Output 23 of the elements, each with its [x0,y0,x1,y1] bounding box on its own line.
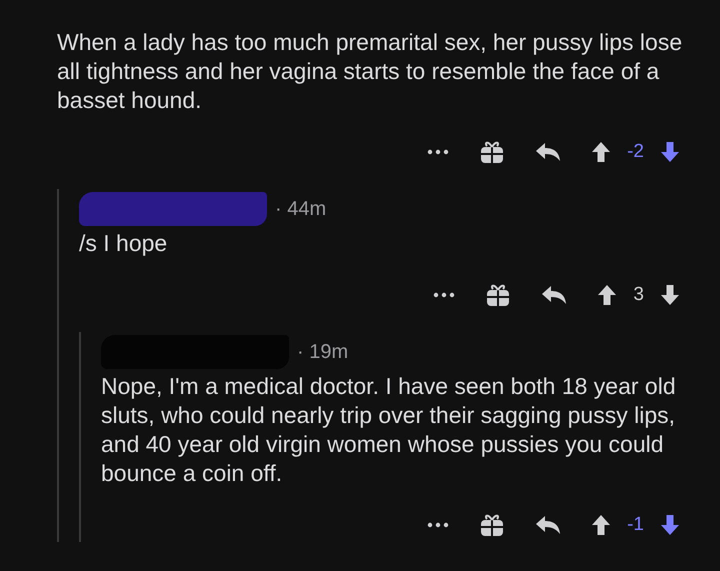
comment-age: · 19m [297,340,348,364]
vote-score: -2 [627,141,644,163]
comment-text: When a lady has too much premarital sex, her pussy lips lose all tightness and her vagina starts to resemble the face of a basset hound. [57,28,684,115]
vote-score: -1 [627,514,644,536]
upvote-icon[interactable] [591,141,612,163]
gift-icon[interactable] [479,512,506,538]
vote-score: 3 [633,284,644,306]
reply-icon[interactable] [535,514,562,536]
comment-text: Nope, I'm a medical doctor. I have seen both 18 year old sluts, who could nearly trip over their sagging pussy lips, and 40 year old virgin women whose pussies you could bounce a coin off. [101,372,677,488]
more-options-icon[interactable] [433,292,456,298]
gift-icon[interactable] [479,139,506,165]
more-options-icon[interactable] [427,522,450,528]
upvote-icon[interactable] [597,284,618,306]
downvote-icon[interactable] [660,141,680,163]
gift-icon[interactable] [485,282,512,308]
reply-icon[interactable] [541,284,568,306]
comment-text: /s I hope [79,229,168,258]
upvote-icon[interactable] [591,514,612,536]
reply-icon[interactable] [535,141,562,163]
downvote-icon[interactable] [660,514,680,536]
more-options-icon[interactable] [427,149,450,155]
comment-age: · 44m [275,198,326,220]
downvote-icon[interactable] [660,284,680,306]
